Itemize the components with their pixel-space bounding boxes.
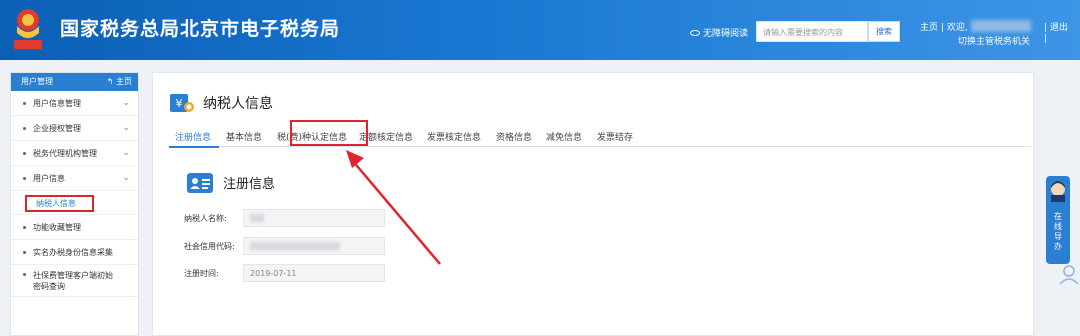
taxpayer-name-label: 纳税人名称: — [184, 214, 227, 223]
user-name-redacted — [970, 20, 1031, 32]
sidebar-item-enterprise-auth[interactable]: 企业授权管理 ⌄ — [11, 116, 138, 141]
sidebar-header: 用户管理 ↰ 主页 — [11, 73, 138, 91]
accessibility-link[interactable]: 无障碍阅读 — [690, 26, 748, 39]
bullet-icon — [23, 177, 26, 180]
sidebar-item-user-info-mgmt[interactable]: 用户信息管理 ⌄ — [11, 91, 138, 116]
chevron-down-icon: ⌄ — [122, 98, 130, 108]
bullet-icon — [23, 251, 26, 254]
search-input[interactable]: 请输入需要搜索的内容 — [756, 21, 868, 42]
sidebar-item-favorites[interactable]: 功能收藏管理 — [11, 215, 138, 240]
site-title: 国家税务总局北京市电子税务局 — [60, 18, 341, 40]
switch-org-link[interactable]: 切换主管税务机关 — [958, 34, 1030, 47]
tax-emblem-icon — [14, 9, 42, 49]
page-title: 纳税人信息 — [203, 96, 273, 112]
bullet-icon — [23, 226, 26, 229]
tab-bar: 注册信息 基本信息 税(费)种认定信息 定额核定信息 发票核定信息 资格信息 减… — [169, 120, 1031, 148]
eye-icon — [690, 30, 700, 36]
search-button[interactable]: 搜索 — [868, 21, 900, 42]
guide-label: 在线导办 — [1054, 212, 1062, 251]
service-agent-icon — [1051, 181, 1065, 202]
bullet-icon — [23, 152, 26, 155]
sidebar-item-social-password[interactable]: 社保费管理客户端初始密码查询 — [11, 265, 138, 297]
registration-date-label: 注册时间: — [184, 269, 219, 278]
sidebar: 用户管理 ↰ 主页 用户信息管理 ⌄ 企业授权管理 ⌄ 税务代理机构管理 ⌄ 用… — [10, 72, 139, 336]
bullet-icon — [23, 273, 26, 276]
chevron-down-icon: ⌄ — [122, 173, 130, 183]
top-header: 国家税务总局北京市电子税务局 无障碍阅读 请输入需要搜索的内容 搜索 主页 | … — [0, 0, 1080, 60]
home-link[interactable]: 主页 — [920, 23, 938, 33]
svg-text:¥: ¥ — [176, 97, 183, 110]
tab-qualification[interactable]: 资格信息 — [496, 130, 532, 143]
redacted-value — [250, 214, 264, 222]
sidebar-home-link[interactable]: ↰ 主页 — [107, 73, 132, 91]
credit-code-label: 社会信用代码: — [184, 242, 235, 251]
registration-card-icon — [187, 173, 213, 193]
online-guide-button[interactable]: 在线导办 — [1046, 176, 1070, 264]
sidebar-item-tax-agency[interactable]: 税务代理机构管理 ⌄ — [11, 141, 138, 166]
tab-exemption[interactable]: 减免信息 — [546, 130, 582, 143]
bullet-icon — [23, 127, 26, 130]
annotation-arrow — [346, 150, 441, 265]
taxpayer-yen-icon: ¥ — [170, 94, 194, 112]
welcome-text: 欢迎, — [946, 23, 968, 33]
chevron-down-icon: ⌄ — [122, 123, 130, 133]
redacted-value — [250, 242, 340, 250]
taxpayer-info-highlight[interactable]: 纳税人信息 — [25, 195, 94, 212]
active-tab-indicator — [169, 146, 219, 148]
tab-invoice-stock[interactable]: 发票结存 — [597, 130, 633, 143]
sidebar-item-realname-collect[interactable]: 实名办税身份信息采集 — [11, 240, 138, 265]
logout-link[interactable]: | 退出 — [1044, 20, 1068, 33]
chevron-down-icon: ⌄ — [122, 148, 130, 158]
section-title: 注册信息 — [223, 177, 276, 192]
sidebar-subitem-taxpayer-info[interactable]: 纳税人信息 — [11, 191, 138, 215]
header-links: 主页 | 欢迎, — [920, 20, 1039, 33]
sidebar-item-user-info[interactable]: 用户信息 ⌄ — [11, 166, 138, 191]
bullet-icon — [23, 102, 26, 105]
main-panel: ¥ 纳税人信息 注册信息 基本信息 税(费)种认定信息 定额核定信息 发票核定信… — [152, 72, 1034, 336]
tab-basic[interactable]: 基本信息 — [226, 130, 262, 143]
tab-registration[interactable]: 注册信息 — [175, 130, 211, 143]
user-profile-icon[interactable] — [1058, 262, 1080, 286]
header-separator: | — [1044, 34, 1048, 44]
